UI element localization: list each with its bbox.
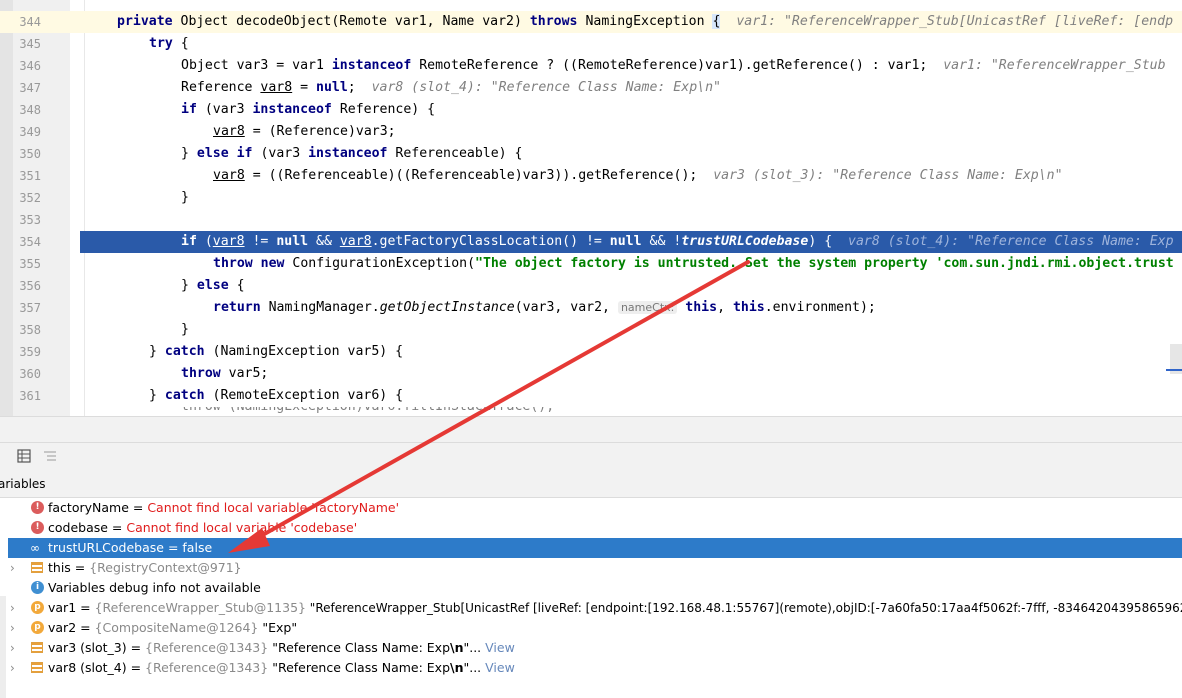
arrow-annotation — [228, 260, 750, 553]
